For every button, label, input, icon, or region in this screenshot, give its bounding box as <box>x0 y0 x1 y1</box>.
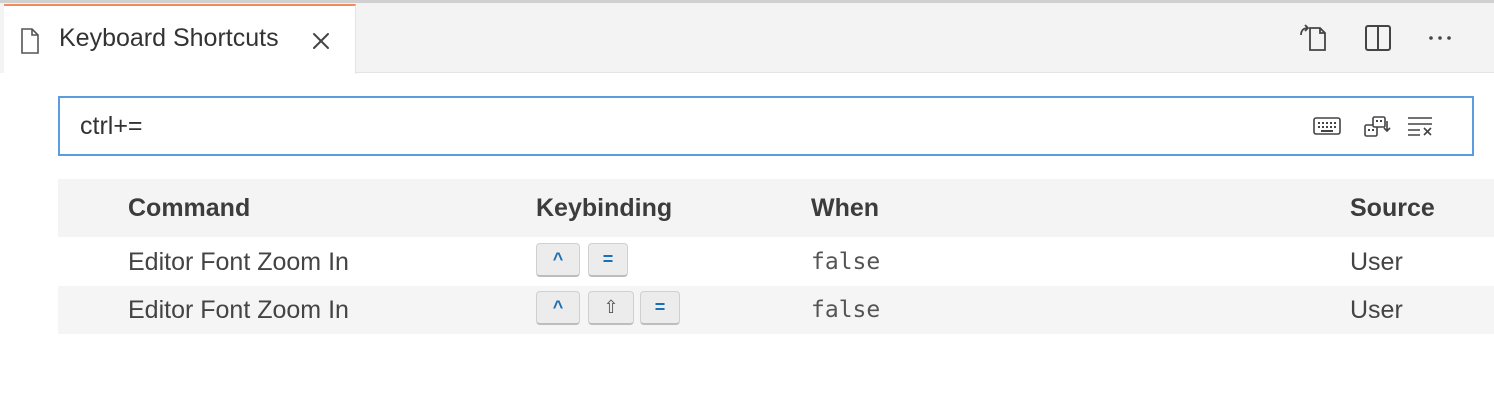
command-cell: Editor Font Zoom In <box>128 296 349 324</box>
sort-by-precedence-icon[interactable] <box>1362 112 1392 140</box>
more-actions-icon[interactable] <box>1424 22 1456 54</box>
split-editor-icon[interactable] <box>1362 22 1394 54</box>
keyboard-shortcuts-editor: Keyboard Shortcuts ctrl+= Command Keybin… <box>0 0 1494 404</box>
when-cell: false <box>811 249 881 275</box>
record-keys-icon[interactable] <box>1312 112 1342 140</box>
table-row[interactable]: Editor Font Zoom In ^ = false User <box>58 238 1494 286</box>
open-keyboard-shortcuts-json-icon[interactable] <box>1298 22 1330 54</box>
column-header-keybinding[interactable]: Keybinding <box>536 194 672 223</box>
column-header-command[interactable]: Command <box>128 194 250 223</box>
source-cell: User <box>1350 296 1403 324</box>
when-cell: false <box>811 297 881 323</box>
key-ctrl: ^ <box>536 291 580 325</box>
search-box <box>58 96 1474 156</box>
table-header: Command Keybinding When Source <box>58 179 1494 237</box>
key-ctrl: ^ <box>536 243 580 277</box>
file-icon <box>20 28 40 54</box>
command-cell: Editor Font Zoom In <box>128 248 349 276</box>
table-row[interactable]: Editor Font Zoom In ^ ⇧ = false User <box>58 286 1494 334</box>
search-input[interactable] <box>80 108 1280 144</box>
tab-keyboard-shortcuts[interactable]: Keyboard Shortcuts <box>4 4 356 74</box>
key-equals: = <box>588 243 628 277</box>
key-equals: = <box>640 291 680 325</box>
tab-label: Keyboard Shortcuts <box>59 24 279 52</box>
close-icon[interactable] <box>310 30 332 52</box>
source-cell: User <box>1350 248 1403 276</box>
column-header-when[interactable]: When <box>811 194 879 223</box>
clear-search-icon[interactable] <box>1406 112 1436 140</box>
key-shift: ⇧ <box>588 291 634 325</box>
column-header-source[interactable]: Source <box>1350 194 1435 223</box>
tab-bar-divider <box>355 72 1494 73</box>
